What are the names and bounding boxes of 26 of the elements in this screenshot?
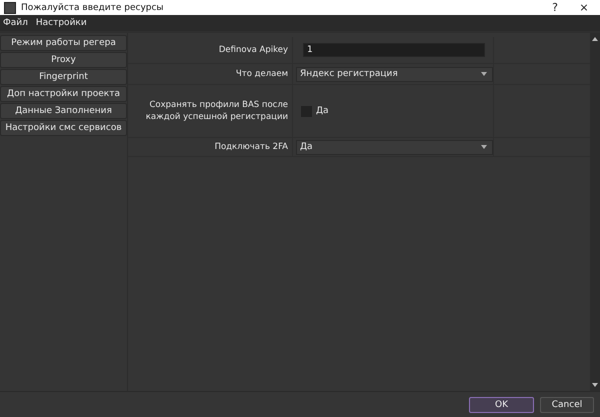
- dropdown[interactable]: Да: [296, 140, 493, 154]
- field-label: Definova Apikey: [218, 44, 289, 56]
- window-title: Пожалуйста введите ресурсы: [21, 2, 165, 12]
- up-arrow-icon: [592, 37, 598, 41]
- caret-icon: [481, 72, 487, 76]
- text-field[interactable]: 1: [303, 43, 485, 57]
- cancel-button[interactable]: Cancel: [540, 396, 594, 412]
- field-label: Что делаем: [234, 68, 289, 80]
- sidebar-button[interactable]: Доп настройки проекта: [0, 86, 127, 102]
- scrollbar[interactable]: [590, 33, 600, 391]
- field-label: Сохранять профили BAS после каждой успешной регистрации: [144, 99, 289, 123]
- sidebar-button[interactable]: Режим работы регера: [0, 35, 127, 51]
- caret-icon: [481, 145, 487, 149]
- sidebar-button[interactable]: Данные Заполнения: [0, 103, 127, 119]
- sidebar-button[interactable]: Настройки смс сервисов: [0, 120, 127, 136]
- close-button[interactable]: ×: [572, 1, 596, 14]
- down-arrow-icon: [592, 383, 598, 387]
- sidebar-button[interactable]: Fingerprint: [0, 69, 127, 85]
- checkbox-label: Да: [316, 106, 329, 116]
- sidebar-button[interactable]: Proxy: [0, 52, 127, 68]
- dropdown[interactable]: Яндекс регистрация: [296, 66, 493, 82]
- ok-button[interactable]: OK: [469, 396, 534, 412]
- field-label: Подключать 2FA: [214, 141, 289, 153]
- menu-item[interactable]: Настройки: [36, 18, 87, 28]
- menu-item[interactable]: Файл: [3, 18, 28, 28]
- help-button[interactable]: ?: [543, 1, 567, 14]
